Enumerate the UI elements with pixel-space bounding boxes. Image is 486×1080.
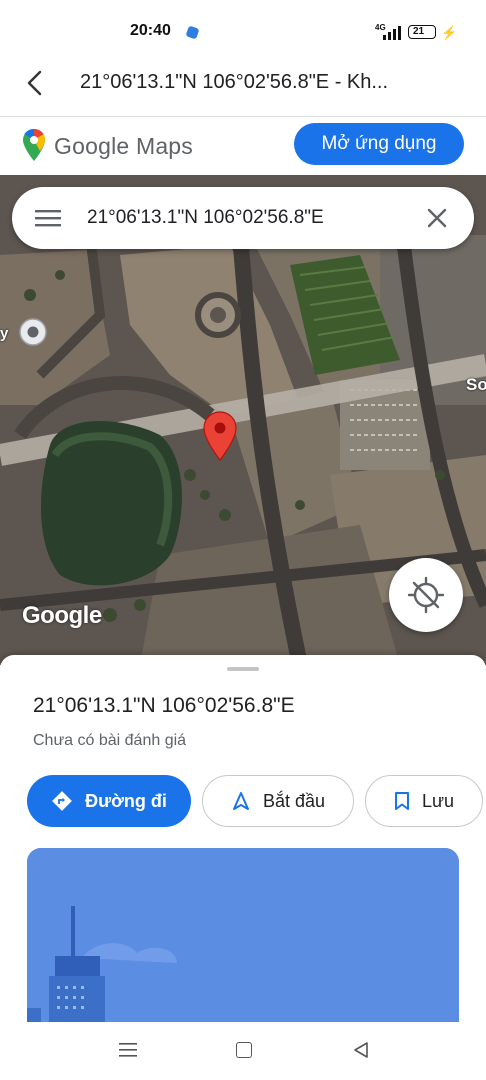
- start-label: Bắt đầu: [262, 790, 326, 811]
- bolt-icon: ⚡: [441, 25, 458, 40]
- back-triangle-icon[interactable]: [352, 1041, 370, 1059]
- start-navigation-button[interactable]: Bắt đầu: [202, 775, 354, 827]
- sheet-drag-handle[interactable]: [227, 667, 259, 671]
- open-app-button[interactable]: Mở ứng dụng: [294, 123, 464, 165]
- directions-button[interactable]: Đường đi: [27, 775, 191, 827]
- save-button[interactable]: Lưu: [365, 775, 483, 827]
- place-title: 21°06'13.1"N 106°02'56.8"E: [33, 694, 295, 717]
- google-watermark: Google: [22, 602, 102, 629]
- place-illustration-card: [27, 848, 459, 1028]
- status-time: 20:40: [130, 22, 171, 39]
- directions-icon: [52, 791, 72, 811]
- back-button[interactable]: [18, 66, 54, 100]
- gps-off-icon: [407, 576, 445, 614]
- map-edge-label: So: [466, 375, 486, 394]
- home-icon[interactable]: [236, 1042, 252, 1058]
- poi-label: y: [0, 325, 9, 342]
- signal-icon: [383, 26, 401, 40]
- google-maps-logo-icon: [23, 129, 45, 161]
- page-title: 21°06'13.1"N 106°02'56.8"E - Kh...: [80, 71, 389, 93]
- recent-apps-icon[interactable]: [119, 1043, 137, 1057]
- save-label: Lưu: [421, 790, 455, 811]
- menu-icon[interactable]: [35, 208, 61, 228]
- poi-marker-icon[interactable]: [18, 317, 48, 347]
- map-pin-icon[interactable]: [202, 410, 238, 462]
- google-maps-logo-text: Google Maps: [54, 133, 193, 159]
- city-illustration: [27, 848, 459, 1028]
- search-input[interactable]: 21°06'13.1"N 106°02'56.8"E: [87, 207, 324, 229]
- navigation-arrow-icon: [232, 792, 249, 810]
- close-icon[interactable]: [425, 206, 449, 230]
- battery-level: 21: [413, 26, 425, 37]
- directions-label: Đường đi: [85, 790, 167, 811]
- bookmark-icon: [394, 792, 409, 810]
- place-reviews-status: Chưa có bài đánh giá: [33, 732, 187, 749]
- my-location-button[interactable]: [389, 558, 463, 632]
